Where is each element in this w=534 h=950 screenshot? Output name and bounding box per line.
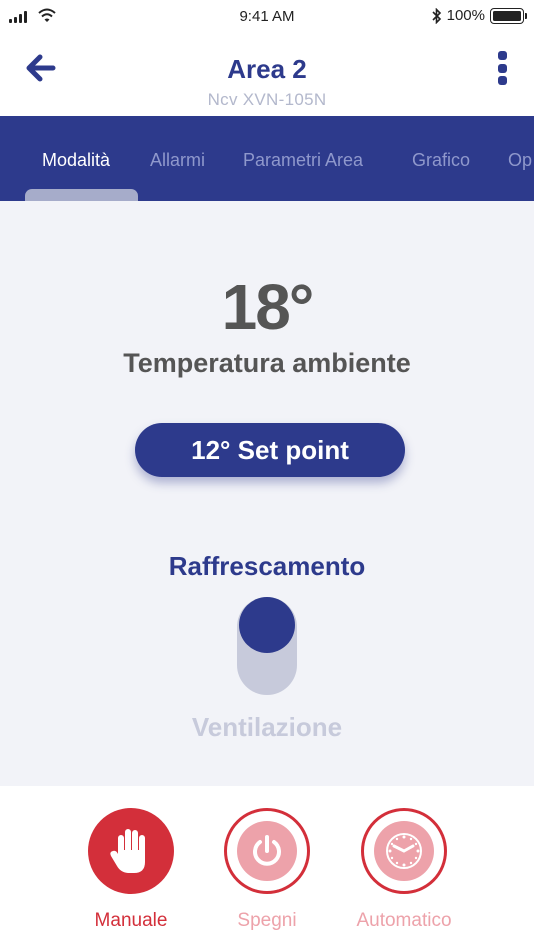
- ambient-temperature-value: 18°: [221, 271, 315, 343]
- bluetooth-icon: [432, 7, 441, 24]
- battery-icon: [490, 7, 527, 24]
- tab-parametri-area[interactable]: Parametri Area: [243, 150, 363, 171]
- status-bar: 9:41 AM 100%: [0, 0, 534, 34]
- power-icon: [237, 821, 297, 881]
- more-vertical-icon: [497, 51, 507, 60]
- mode-ventilation-label[interactable]: Ventilazione: [0, 712, 534, 743]
- tab-allarmi[interactable]: Allarmi: [150, 150, 205, 171]
- mode-toggle[interactable]: [237, 597, 297, 695]
- tab-modalita[interactable]: Modalità: [42, 150, 110, 171]
- tab-op[interactable]: Op: [508, 150, 532, 171]
- battery-percent: 100%: [446, 7, 485, 24]
- bottom-mode-bar: Manuale Spegni Automatico: [0, 786, 534, 950]
- hand-icon: [110, 829, 145, 873]
- mode-toggle-knob[interactable]: [239, 597, 295, 653]
- clock-icon: [374, 821, 434, 881]
- more-menu-button[interactable]: [492, 48, 512, 88]
- off-button[interactable]: [224, 808, 310, 894]
- status-right: 100%: [432, 7, 527, 24]
- page-title: Area 2: [227, 54, 307, 84]
- manual-label: Manuale: [94, 910, 168, 931]
- manual-button[interactable]: [88, 808, 174, 894]
- tab-active-indicator: [25, 189, 138, 201]
- page-subtitle: Ncv XVN-105N: [207, 90, 327, 109]
- tab-bar: Modalità Allarmi Parametri Area Grafico …: [0, 116, 534, 201]
- mode-cooling-label[interactable]: Raffrescamento: [0, 551, 534, 582]
- setpoint-button[interactable]: 12° Set point: [135, 423, 405, 477]
- ambient-temperature-label: Temperatura ambiente: [123, 348, 411, 378]
- tab-grafico[interactable]: Grafico: [412, 150, 470, 171]
- automatic-label: Automatico: [356, 910, 452, 931]
- app-header: Area 2 Ncv XVN-105N: [0, 34, 534, 116]
- automatic-button[interactable]: [361, 808, 447, 894]
- off-label: Spegni: [237, 910, 297, 931]
